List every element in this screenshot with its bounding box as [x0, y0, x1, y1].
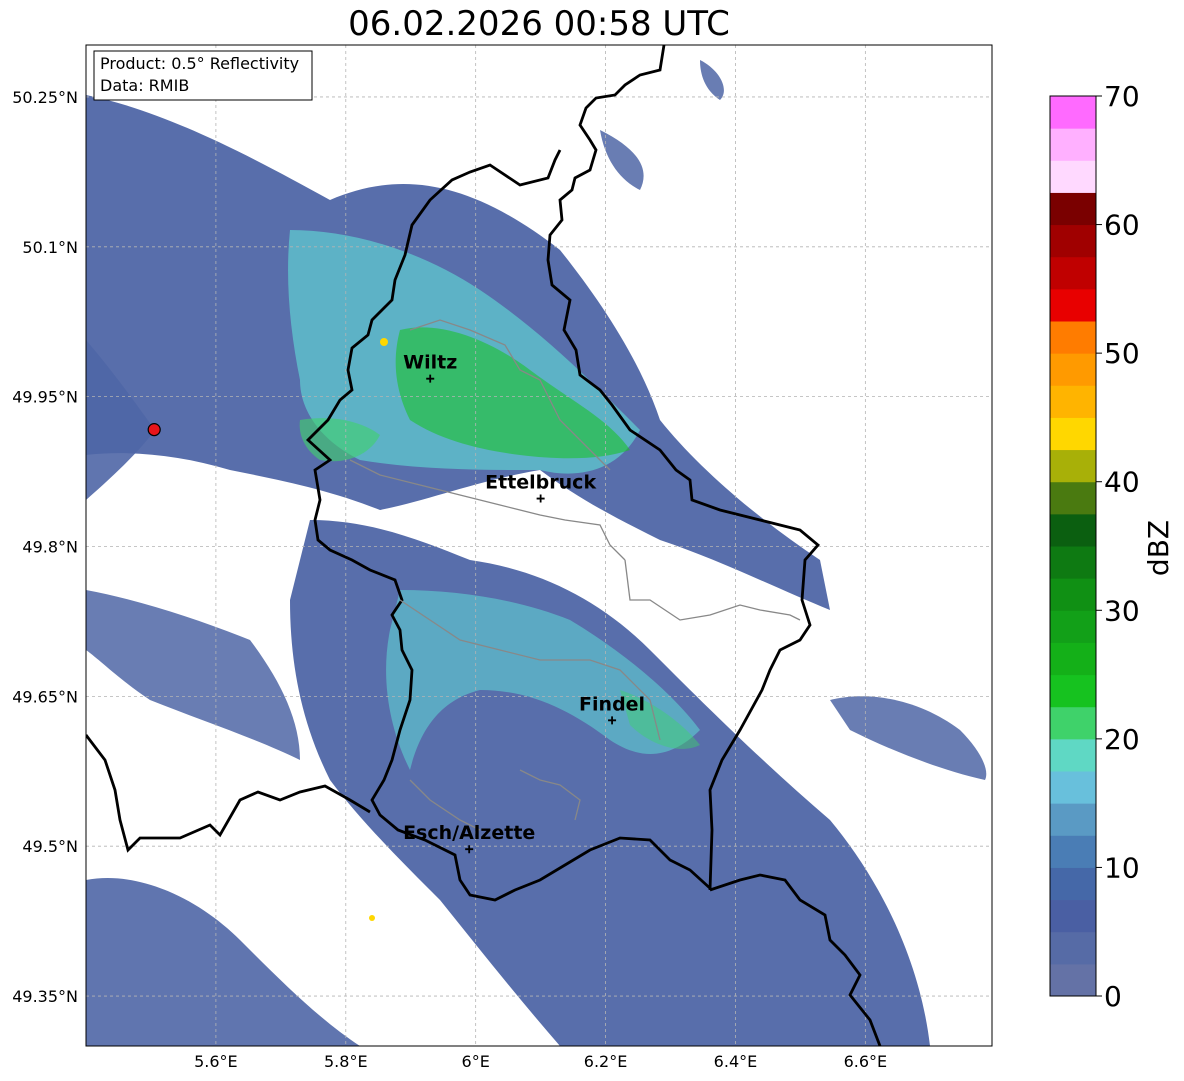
radar-site-layer: [147, 423, 161, 437]
city-label: Wiltz: [403, 352, 457, 374]
city-label: Ettelbruck: [485, 472, 596, 494]
lon-tick-label: 6°E: [462, 1052, 490, 1071]
lon-tick-label: 5.8°E: [324, 1052, 368, 1071]
info-box: Product: 0.5° Reflectivity Data: RMIB: [93, 50, 313, 101]
city-label: Esch/Alzette: [403, 822, 535, 844]
radar-map: Product: 0.5° Reflectivity Data: RMIB Wi…: [12, 44, 993, 1071]
lat-tick-label: 49.8°N: [22, 537, 78, 556]
lon-tick-label: 5.6°E: [194, 1052, 238, 1071]
lon-tick-label: 6.6°E: [844, 1052, 888, 1071]
lat-tick-label: 49.95°N: [12, 388, 78, 407]
city-label: Findel: [579, 693, 645, 715]
radar-site-icon: [147, 423, 161, 437]
info-data-source: Data: RMIB: [100, 76, 189, 95]
lon-tick-label: 6.2°E: [584, 1052, 628, 1071]
lat-tick-label: 50.1°N: [22, 238, 78, 257]
info-product: Product: 0.5° Reflectivity: [100, 54, 299, 73]
lat-tick-label: 50.25°N: [12, 88, 78, 107]
lat-tick-label: 49.5°N: [22, 837, 78, 856]
echo-speck-yellow-north: [380, 338, 388, 346]
echo-speck-yellow-south: [369, 915, 375, 921]
lat-tick-label: 49.65°N: [12, 687, 78, 706]
lat-tick-label: 49.35°N: [12, 987, 78, 1006]
lon-tick-label: 6.4°E: [714, 1052, 758, 1071]
